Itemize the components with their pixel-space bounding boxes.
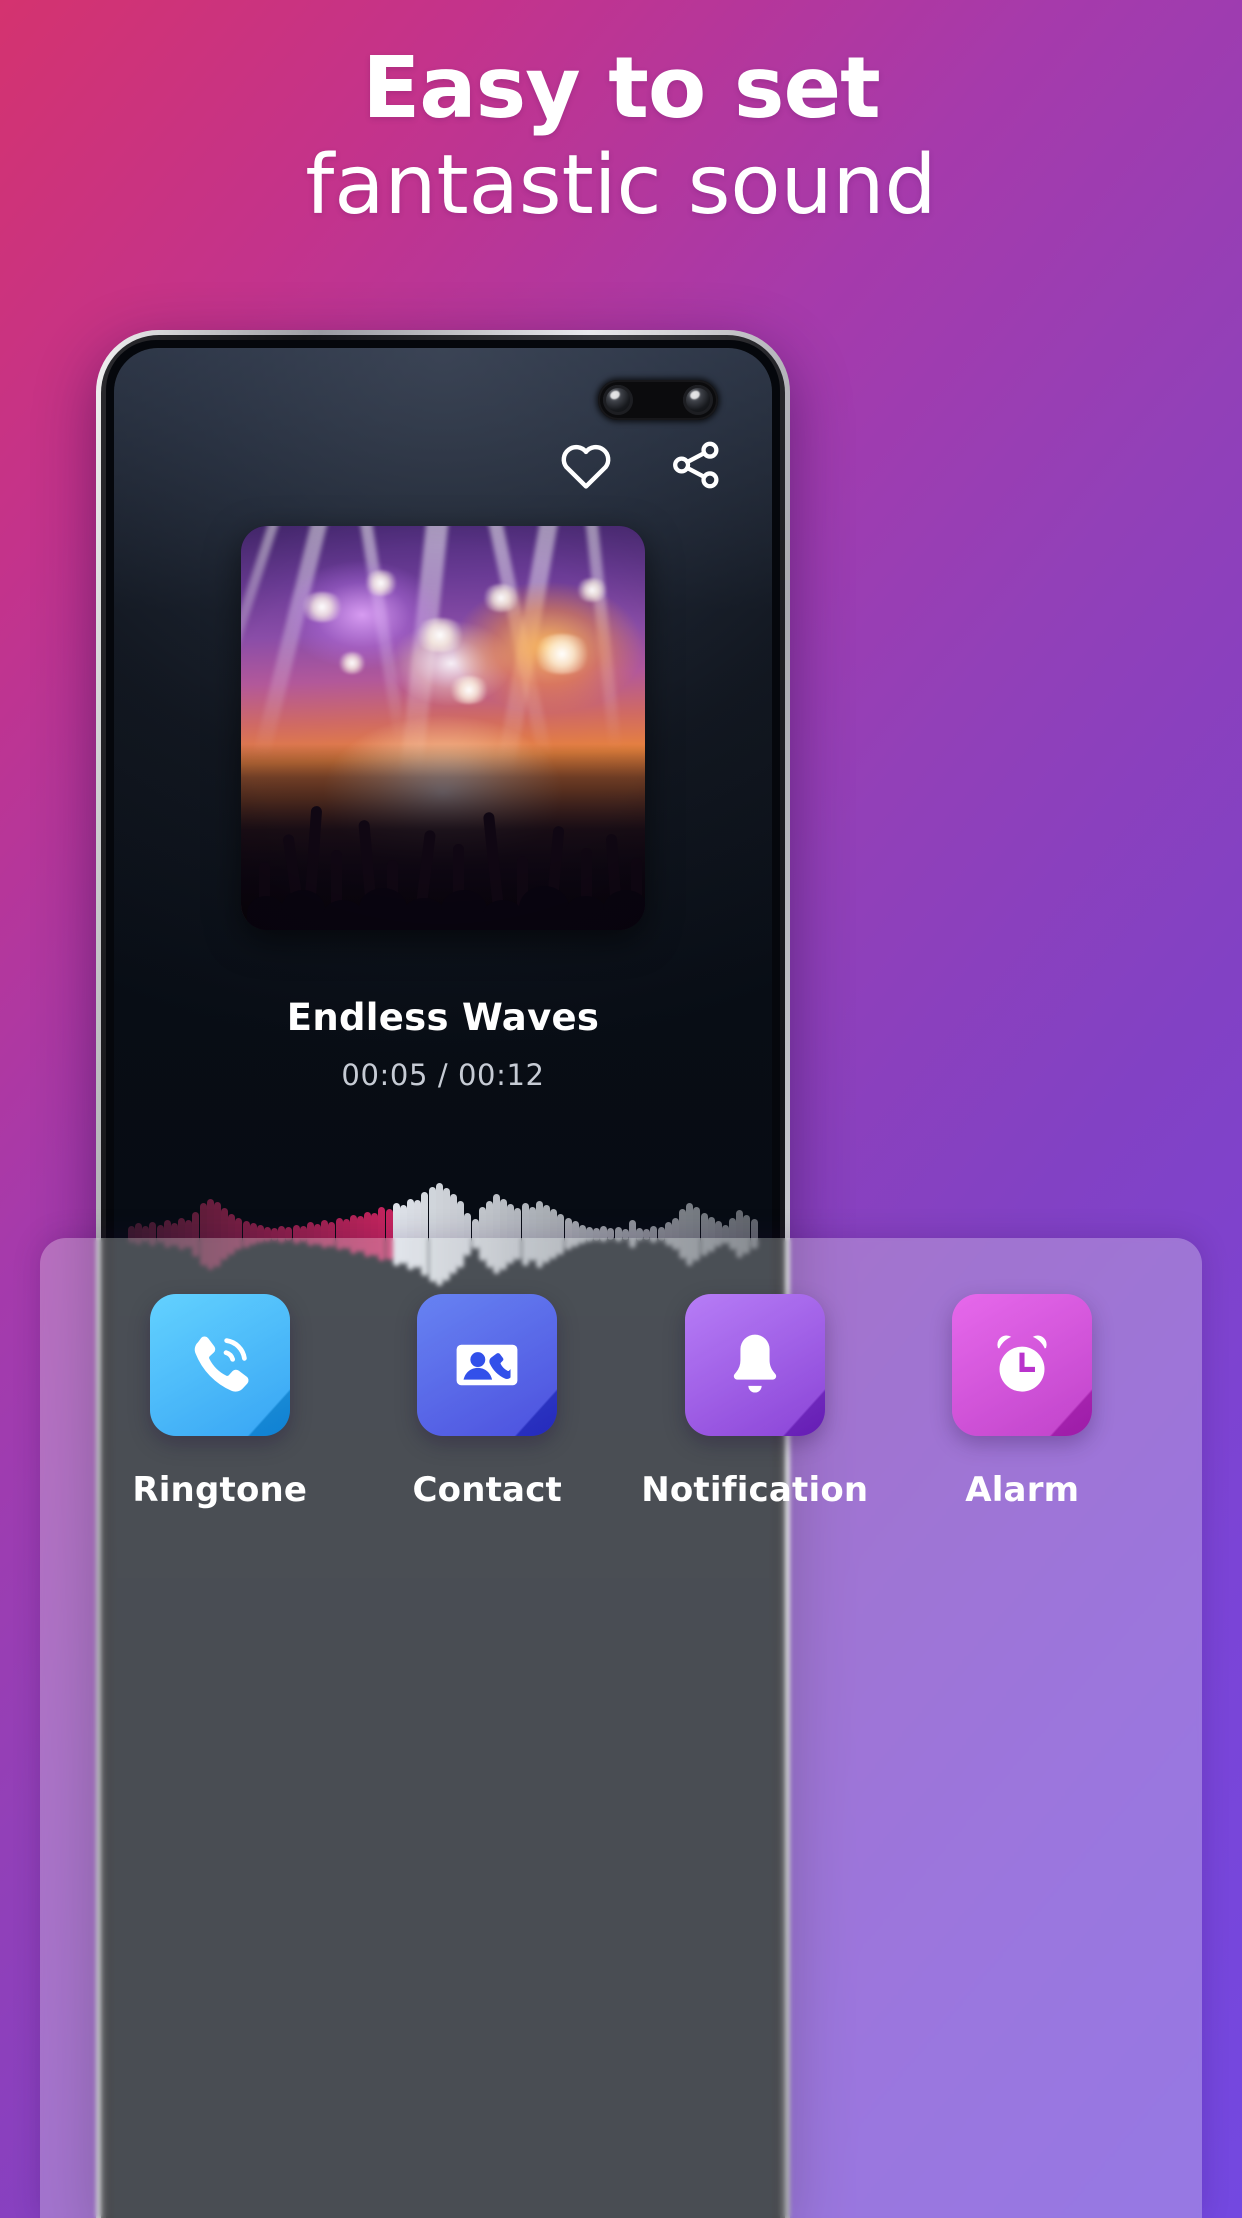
bell-icon[interactable] (684, 1294, 825, 1436)
action-tile-alarm[interactable]: Alarm (929, 1294, 1115, 1510)
headline-line-2: fantastic sound (305, 138, 937, 234)
concert-crowd-stage-lights-image (241, 526, 645, 930)
playback-time: 00:05 / 00:12 (341, 1058, 545, 1092)
set-as-actions-panel: Ringtone Contact Notification Alarm (40, 1238, 1202, 2218)
share-icon (668, 438, 724, 492)
heart-icon (558, 439, 614, 491)
share-button[interactable] (668, 438, 724, 492)
action-tile-label: Notification (641, 1470, 869, 1510)
contact-card-icon[interactable] (417, 1294, 558, 1436)
action-tile-label: Contact (412, 1470, 563, 1510)
favorite-button[interactable] (558, 439, 614, 491)
album-art[interactable] (241, 526, 645, 930)
action-tile-notification[interactable]: Notification (641, 1294, 868, 1510)
player-top-actions (558, 438, 724, 492)
headline-line-1: Easy to set (362, 39, 881, 138)
art-vignette-layer (241, 526, 645, 930)
action-tile-label: Alarm (965, 1470, 1080, 1510)
alarm-clock-icon[interactable] (952, 1294, 1093, 1436)
action-tile-label: Ringtone (132, 1470, 308, 1510)
song-title: Endless Waves (286, 996, 600, 1039)
camera-lens-left (603, 385, 633, 415)
action-tile-ringtone[interactable]: Ringtone (127, 1294, 313, 1510)
action-tiles: Ringtone Contact Notification Alarm (40, 1294, 1202, 1510)
phone-ringing-icon[interactable] (149, 1294, 290, 1436)
promo-headline: Easy to set fantastic sound (0, 39, 1242, 234)
dual-punch-hole-camera (598, 380, 718, 420)
action-tile-contact[interactable]: Contact (394, 1294, 580, 1510)
camera-lens-right (683, 385, 713, 415)
